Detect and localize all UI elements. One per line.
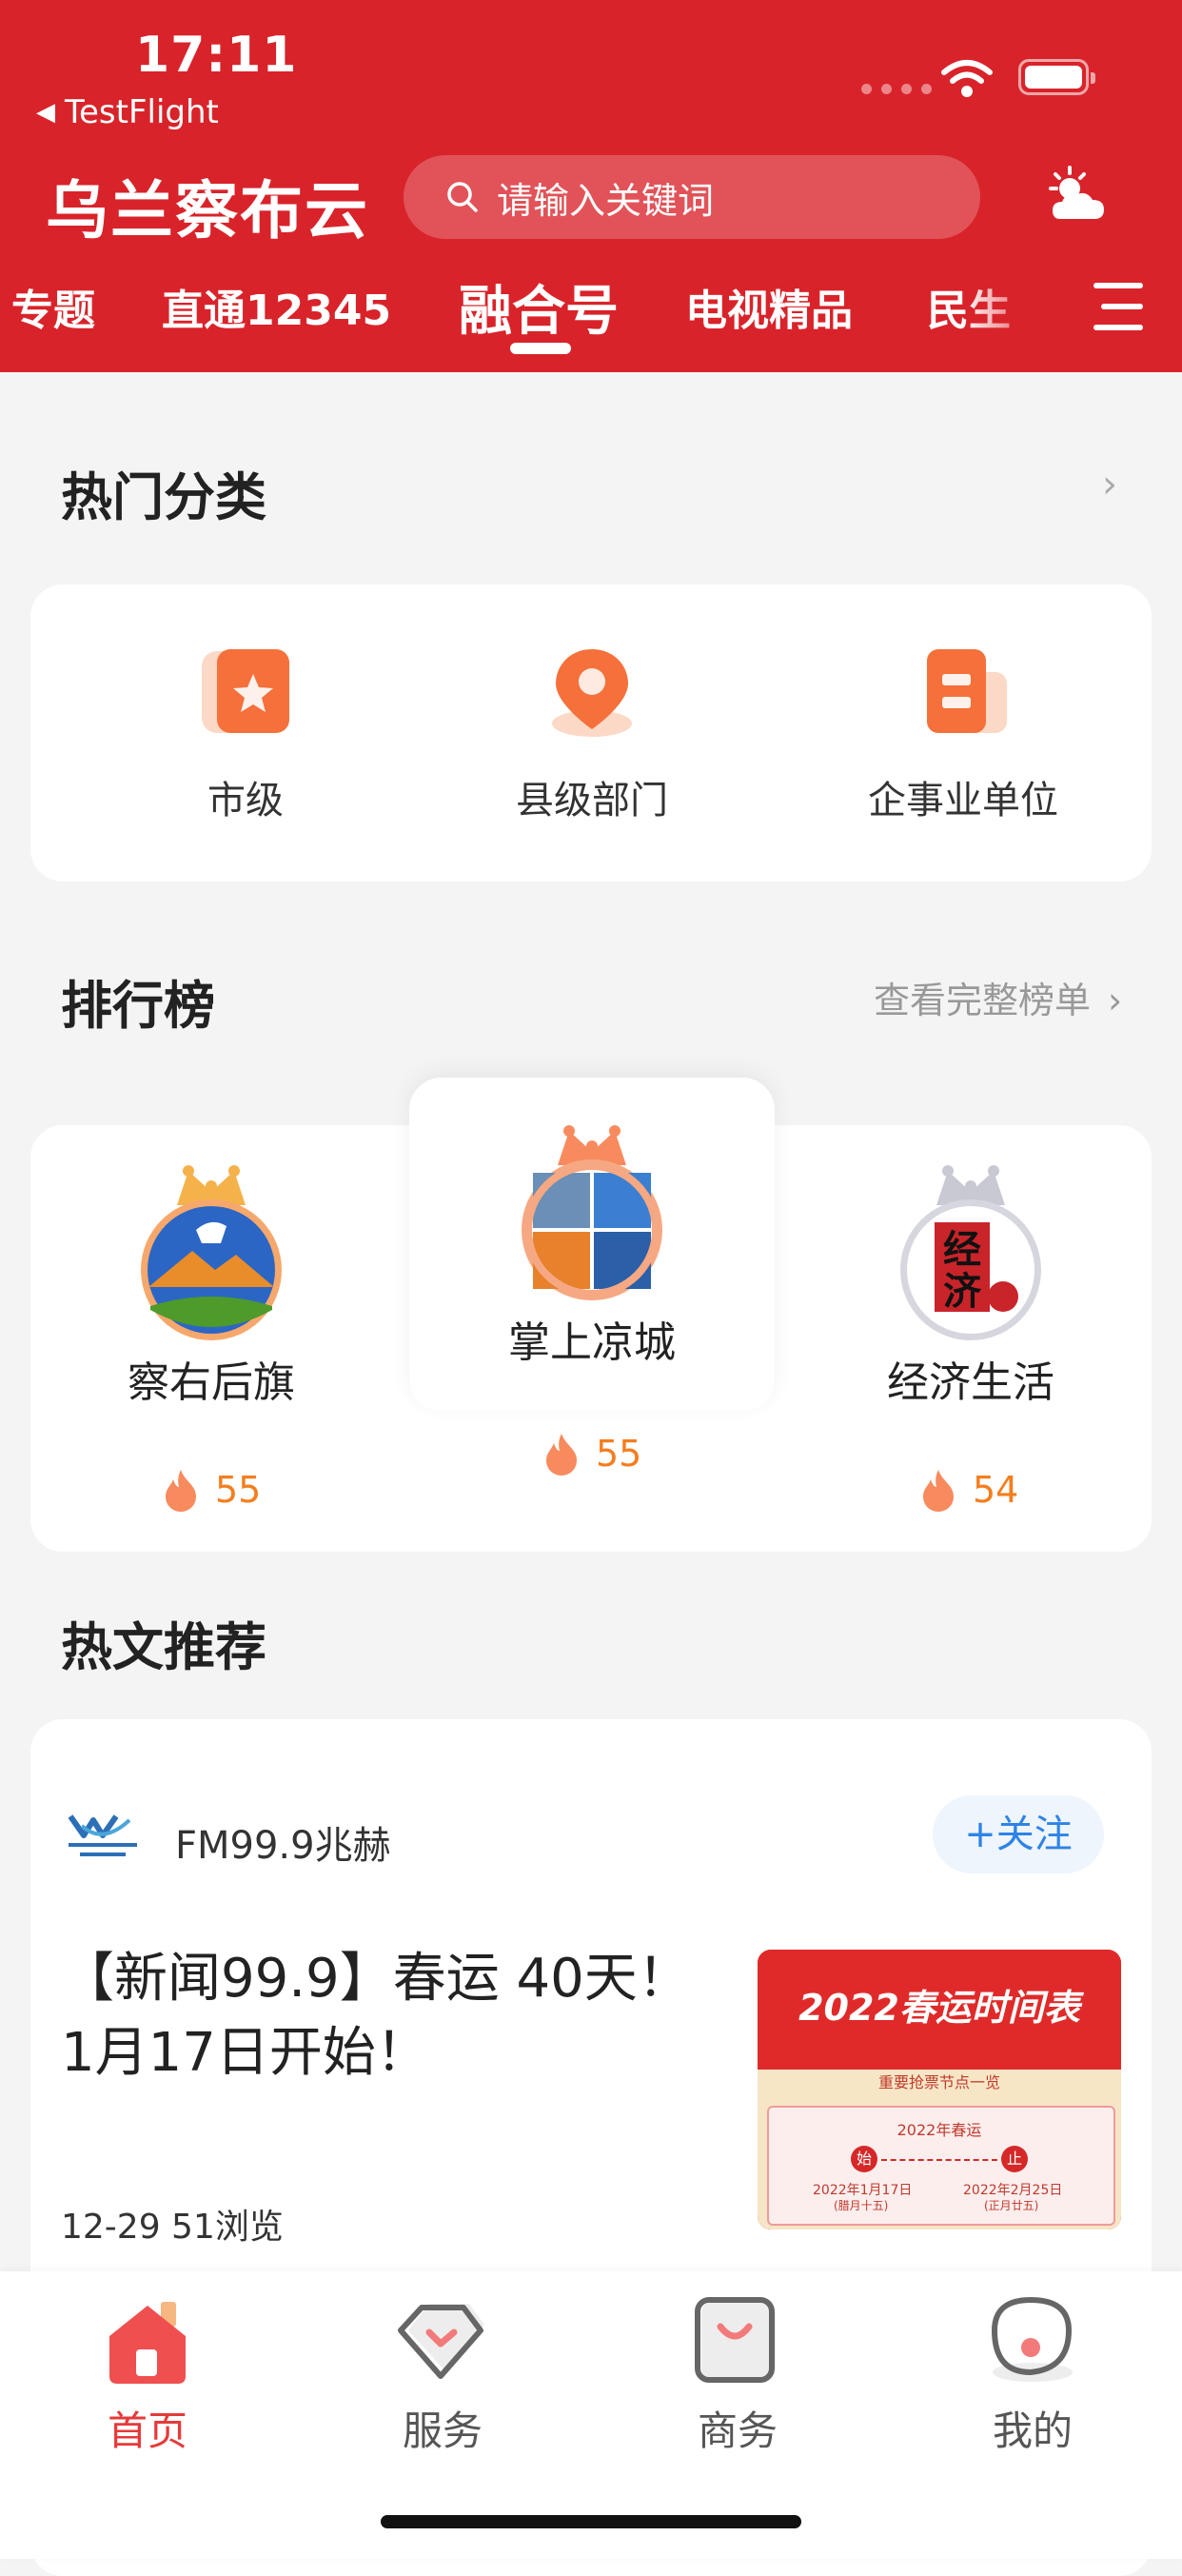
ranking-score-value: 55: [215, 1469, 262, 1511]
tab-service[interactable]: 服务: [347, 2292, 538, 2457]
ranking-name: 察右后旗: [128, 1358, 295, 1407]
tab-label: 我的: [992, 2408, 1073, 2454]
ranking-score-1: 55: [542, 1432, 641, 1476]
thumbnail-end-lunar: (正月廿五): [984, 2199, 1039, 2212]
thumbnail-start-badge: 始: [851, 2146, 877, 2172]
thumbnail-label: 2022年春运: [896, 2121, 982, 2139]
service-icon: [395, 2292, 490, 2388]
tab-topics[interactable]: 专题: [11, 276, 95, 337]
tab-hotline-12345[interactable]: 直通12345: [162, 276, 391, 337]
ranking-item-1[interactable]: 掌上凉城: [411, 1123, 773, 1369]
tab-home[interactable]: 首页: [52, 2292, 243, 2457]
ranking-score-2: 55: [162, 1468, 261, 1512]
building-icon: [916, 645, 1011, 741]
tab-label: 服务: [402, 2408, 483, 2454]
app-header: 17:11 ◀ TestFlight 乌兰察布云 请输入关键词 专题 直通1234…: [0, 0, 1182, 372]
category-county[interactable]: 县级部门: [449, 645, 735, 824]
home-icon: [100, 2292, 195, 2388]
category-label: 市级: [207, 779, 284, 822]
signal-dots-icon: [861, 84, 932, 94]
home-indicator: [381, 2515, 801, 2528]
shopping-bag-icon: [690, 2292, 785, 2388]
flame-icon: [166, 1470, 196, 1512]
tab-label: 首页: [107, 2408, 187, 2454]
thumbnail-dash-line: [881, 2159, 997, 2161]
menu-icon[interactable]: [1093, 280, 1144, 333]
back-app-label: TestFlight: [65, 93, 219, 131]
location-pin-icon: [544, 645, 640, 741]
view-full-ranking-label: 查看完整榜单: [874, 980, 1092, 1021]
ranking-score-3: 54: [919, 1468, 1018, 1512]
thumbnail-start-lunar: (腊月十五): [834, 2199, 889, 2212]
svg-text:济: 济: [943, 1270, 982, 1314]
wifi-icon: [941, 60, 993, 97]
ranking-score-value: 54: [973, 1469, 1019, 1511]
category-label: 企事业单位: [868, 779, 1058, 822]
svg-text:经: 经: [943, 1228, 981, 1272]
ranking-item-2[interactable]: 察右后旗: [30, 1163, 392, 1409]
ranking-name: 掌上凉城: [508, 1318, 676, 1367]
ranking-name: 经济生活: [887, 1358, 1054, 1407]
profile-icon: [985, 2292, 1080, 2388]
ranking-title: 排行榜: [61, 976, 215, 1036]
bronze-crown-avatar-icon: 经 济: [900, 1165, 1041, 1340]
category-label: 县级部门: [516, 779, 668, 822]
status-time: 17:11: [135, 27, 298, 84]
category-enterprise[interactable]: 企事业单位: [820, 645, 1106, 824]
thumbnail-end-badge: 止: [1001, 2146, 1028, 2172]
active-tab-indicator: [510, 343, 571, 354]
category-city[interactable]: 市级: [103, 645, 388, 824]
star-icon: [198, 645, 293, 741]
search-placeholder: 请输入关键词: [497, 179, 715, 222]
tab-scroll-fade: [961, 271, 1056, 347]
channel-tabs: 专题 直通12345 融合号 电视精品 民生: [0, 276, 1094, 352]
app-title: 乌兰察布云: [46, 174, 369, 248]
follow-button[interactable]: +关注: [933, 1795, 1104, 1873]
view-full-ranking-link[interactable]: 查看完整榜单 ›: [874, 971, 1122, 1023]
tab-tv-selection[interactable]: 电视精品: [685, 276, 853, 337]
tab-profile[interactable]: 我的: [937, 2292, 1128, 2457]
ranking-item-3[interactable]: 经 济 经济生活: [790, 1163, 1152, 1409]
tab-fusion[interactable]: 融合号: [459, 268, 619, 346]
thumbnail-heading: 2022春运时间表: [798, 1987, 1080, 2029]
fm-logo-icon[interactable]: [63, 1807, 143, 1864]
silver-crown-avatar-icon: [141, 1165, 282, 1340]
weather-icon[interactable]: [1043, 166, 1112, 227]
flame-icon: [923, 1470, 954, 1512]
search-icon: [447, 182, 478, 212]
battery-icon: [1018, 59, 1095, 95]
hot-categories-title: 热门分类: [61, 467, 266, 527]
article-title[interactable]: 【新闻99.9】春运 40天！1月17日开始！: [61, 1942, 718, 2091]
flame-icon: [546, 1434, 577, 1476]
hot-categories-card: 市级 县级部门 企事业单位: [30, 585, 1152, 882]
article-meta: 12-29 51浏览: [61, 2208, 284, 2247]
ranking-score-value: 55: [596, 1433, 642, 1475]
gold-crown-avatar-icon: [522, 1125, 662, 1300]
back-to-app-link[interactable]: ◀ TestFlight: [36, 93, 219, 131]
thumbnail-subheading: 重要抢票节点一览: [877, 2073, 1000, 2091]
tab-label: 商务: [697, 2408, 778, 2454]
tab-business[interactable]: 商务: [642, 2292, 833, 2457]
back-arrow-icon: ◀: [36, 98, 55, 127]
search-input[interactable]: 请输入关键词: [404, 155, 980, 239]
thumbnail-start-date: 2022年1月17日: [813, 2183, 913, 2198]
article-source[interactable]: FM99.9兆赫: [175, 1814, 391, 1870]
chevron-right-icon: ›: [1108, 980, 1123, 1021]
hot-articles-title: 热文推荐: [61, 1617, 266, 1677]
chevron-right-icon[interactable]: ›: [1102, 463, 1117, 506]
article-thumbnail[interactable]: 2022春运时间表 重要抢票节点一览 2022年春运 始 止 2022年1月17…: [758, 1950, 1121, 2229]
thumbnail-end-date: 2022年2月25日: [963, 2183, 1063, 2198]
